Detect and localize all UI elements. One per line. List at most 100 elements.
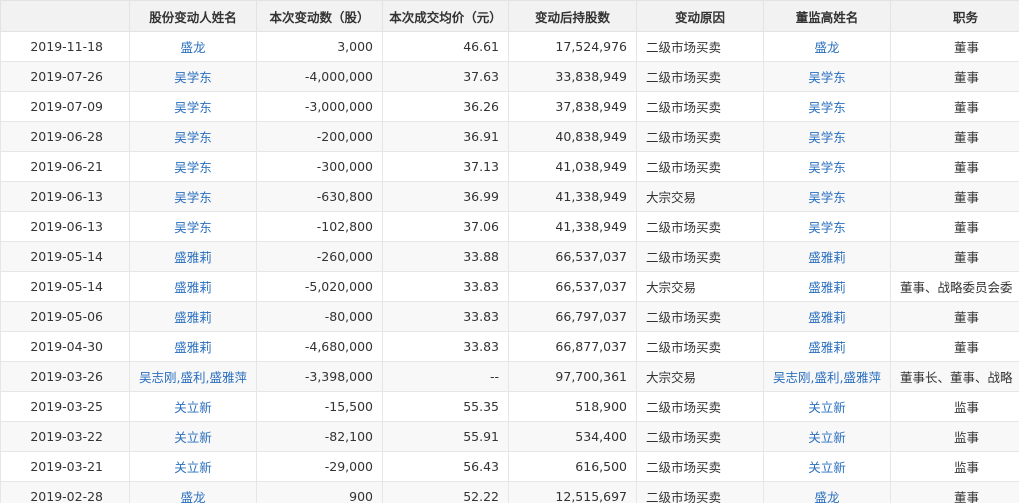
exec-name-link[interactable]: 盛雅莉	[808, 280, 846, 295]
person-name-link[interactable]: 盛雅莉	[174, 280, 212, 295]
trading-records-view: 股份变动人姓名 本次变动数（股） 本次成交均价（元） 变动后持股数 变动原因 董…	[0, 0, 1019, 503]
person-name-cell: 吴志刚,盛利,盛雅萍	[129, 361, 257, 392]
position: 董事	[890, 91, 1019, 122]
person-name-cell: 盛雅莉	[129, 271, 257, 302]
exec-name-link[interactable]: 吴学东	[808, 190, 846, 205]
change-shares: -15,500	[256, 391, 383, 422]
position: 董事	[890, 61, 1019, 92]
exec-name-link[interactable]: 吴学东	[808, 220, 846, 235]
person-name-link[interactable]: 关立新	[174, 430, 212, 445]
header-person-name: 股份变动人姓名	[129, 0, 257, 32]
change-date: 2019-06-13	[0, 211, 130, 242]
change-shares: -630,800	[256, 181, 383, 212]
table-row: 2019-11-18 盛龙 3,000 46.61 17,524,976 二级市…	[0, 31, 1019, 62]
exec-name-link[interactable]: 吴学东	[808, 70, 846, 85]
exec-name-cell: 吴学东	[763, 121, 891, 152]
position: 董事	[890, 181, 1019, 212]
position: 董事	[890, 121, 1019, 152]
shares-after: 66,797,037	[508, 301, 637, 332]
exec-name-link[interactable]: 盛龙	[814, 490, 839, 503]
position: 监事	[890, 451, 1019, 482]
shares-after: 33,838,949	[508, 61, 637, 92]
header-shares-after: 变动后持股数	[508, 0, 637, 32]
person-name-link[interactable]: 吴志刚,盛利,盛雅萍	[139, 370, 247, 385]
shares-after: 66,877,037	[508, 331, 637, 362]
exec-name-cell: 关立新	[763, 451, 891, 482]
person-name-cell: 吴学东	[129, 151, 257, 182]
avg-price: 33.83	[382, 271, 509, 302]
person-name-link[interactable]: 盛龙	[180, 490, 205, 503]
person-name-cell: 关立新	[129, 391, 257, 422]
person-name-link[interactable]: 盛雅莉	[174, 250, 212, 265]
header-row: 股份变动人姓名 本次变动数（股） 本次成交均价（元） 变动后持股数 变动原因 董…	[0, 0, 1019, 32]
exec-name-cell: 盛龙	[763, 481, 891, 503]
exec-name-cell: 盛雅莉	[763, 241, 891, 272]
position: 董事	[890, 211, 1019, 242]
person-name-link[interactable]: 吴学东	[174, 190, 212, 205]
shares-after: 66,537,037	[508, 241, 637, 272]
person-name-link[interactable]: 吴学东	[174, 70, 212, 85]
person-name-cell: 吴学东	[129, 181, 257, 212]
exec-name-link[interactable]: 关立新	[808, 400, 846, 415]
avg-price: 55.91	[382, 421, 509, 452]
header-exec-name: 董监高姓名	[763, 0, 891, 32]
person-name-link[interactable]: 吴学东	[174, 220, 212, 235]
change-reason: 二级市场买卖	[636, 121, 764, 152]
exec-name-link[interactable]: 关立新	[808, 430, 846, 445]
shares-after: 616,500	[508, 451, 637, 482]
change-shares: -80,000	[256, 301, 383, 332]
shares-after: 40,838,949	[508, 121, 637, 152]
exec-name-link[interactable]: 盛雅莉	[808, 340, 846, 355]
change-reason: 二级市场买卖	[636, 31, 764, 62]
exec-name-cell: 盛雅莉	[763, 271, 891, 302]
person-name-link[interactable]: 盛雅莉	[174, 310, 212, 325]
person-name-link[interactable]: 关立新	[174, 460, 212, 475]
insider-trading-table: 股份变动人姓名 本次变动数（股） 本次成交均价（元） 变动后持股数 变动原因 董…	[0, 0, 1019, 503]
exec-name-link[interactable]: 盛雅莉	[808, 250, 846, 265]
person-name-link[interactable]: 盛龙	[180, 40, 205, 55]
shares-after: 41,338,949	[508, 211, 637, 242]
change-shares: -102,800	[256, 211, 383, 242]
change-reason: 二级市场买卖	[636, 241, 764, 272]
person-name-link[interactable]: 吴学东	[174, 130, 212, 145]
change-reason: 二级市场买卖	[636, 91, 764, 122]
exec-name-link[interactable]: 关立新	[808, 460, 846, 475]
exec-name-link[interactable]: 盛雅莉	[808, 310, 846, 325]
exec-name-link[interactable]: 吴志刚,盛利,盛雅萍	[773, 370, 881, 385]
table-row: 2019-05-14 盛雅莉 -5,020,000 33.83 66,537,0…	[0, 271, 1019, 302]
change-date: 2019-06-21	[0, 151, 130, 182]
exec-name-cell: 吴志刚,盛利,盛雅萍	[763, 361, 891, 392]
avg-price: 33.83	[382, 331, 509, 362]
change-date: 2019-03-22	[0, 421, 130, 452]
exec-name-link[interactable]: 盛龙	[814, 40, 839, 55]
change-reason: 二级市场买卖	[636, 151, 764, 182]
avg-price: 37.13	[382, 151, 509, 182]
table-row: 2019-05-14 盛雅莉 -260,000 33.88 66,537,037…	[0, 241, 1019, 272]
person-name-link[interactable]: 吴学东	[174, 160, 212, 175]
change-date: 2019-03-26	[0, 361, 130, 392]
exec-name-link[interactable]: 吴学东	[808, 160, 846, 175]
person-name-link[interactable]: 关立新	[174, 400, 212, 415]
header-change-reason: 变动原因	[636, 0, 764, 32]
shares-after: 12,515,697	[508, 481, 637, 503]
avg-price: 36.99	[382, 181, 509, 212]
change-date: 2019-06-28	[0, 121, 130, 152]
exec-name-cell: 吴学东	[763, 151, 891, 182]
change-date: 2019-02-28	[0, 481, 130, 503]
change-date: 2019-07-26	[0, 61, 130, 92]
change-shares: -260,000	[256, 241, 383, 272]
person-name-link[interactable]: 盛雅莉	[174, 340, 212, 355]
table-row: 2019-02-28 盛龙 900 52.22 12,515,697 二级市场买…	[0, 481, 1019, 503]
position: 董事	[890, 151, 1019, 182]
avg-price: 36.91	[382, 121, 509, 152]
exec-name-link[interactable]: 吴学东	[808, 100, 846, 115]
exec-name-link[interactable]: 吴学东	[808, 130, 846, 145]
change-date: 2019-05-06	[0, 301, 130, 332]
change-reason: 二级市场买卖	[636, 481, 764, 503]
table-header: 股份变动人姓名 本次变动数（股） 本次成交均价（元） 变动后持股数 变动原因 董…	[0, 0, 1019, 32]
person-name-link[interactable]: 吴学东	[174, 100, 212, 115]
table-row: 2019-03-26 吴志刚,盛利,盛雅萍 -3,398,000 -- 97,7…	[0, 361, 1019, 392]
shares-after: 41,038,949	[508, 151, 637, 182]
avg-price: 33.88	[382, 241, 509, 272]
change-reason: 大宗交易	[636, 361, 764, 392]
